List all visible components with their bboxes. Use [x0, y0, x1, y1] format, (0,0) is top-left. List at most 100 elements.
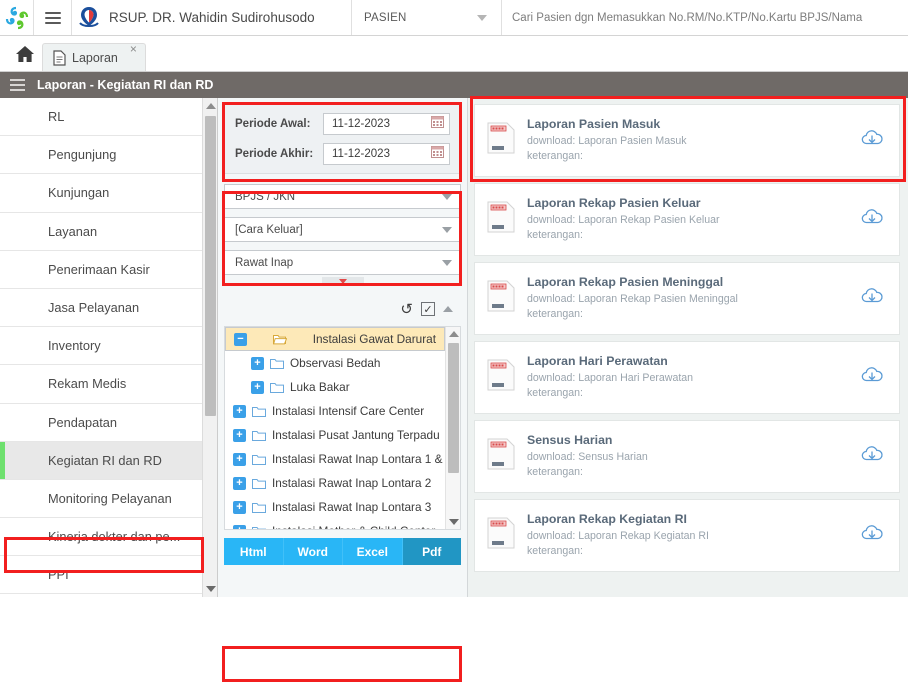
calendar-icon[interactable] — [431, 145, 444, 163]
check-all-icon[interactable]: ✓ — [421, 302, 435, 316]
service-type-select[interactable]: Rawat Inap — [224, 250, 461, 275]
report-document-icon — [487, 438, 517, 475]
tree-scrollbar-thumb[interactable] — [448, 343, 459, 473]
sidebar-scrollbar[interactable] — [202, 98, 217, 597]
sidebar-item-label: Penerimaan Kasir — [48, 261, 150, 277]
report-card[interactable]: Laporan Rekap Pasien Keluar download: Lap… — [474, 183, 900, 256]
sidebar-item-inventory[interactable]: Inventory — [0, 327, 203, 366]
period-end-input[interactable]: 11-12-2023 — [323, 143, 450, 165]
sidebar-item-layanan[interactable]: Layanan — [0, 212, 203, 251]
expand-node-icon[interactable]: + — [233, 428, 246, 442]
sidebar-item-kunjungan[interactable]: Kunjungan — [0, 174, 203, 213]
report-text-block: Laporan Pasien Masuk download: Laporan Pa… — [527, 117, 861, 164]
expand-node-icon[interactable]: + — [233, 452, 246, 466]
download-cloud-icon[interactable] — [861, 444, 885, 469]
sidebar-item-label: Rekam Medis — [48, 376, 127, 392]
download-cloud-icon[interactable] — [861, 286, 885, 311]
report-document-icon — [487, 201, 517, 238]
tab-laporan[interactable]: Laporan × — [42, 43, 146, 71]
tree-node-label: Instalasi Rawat Inap Lontara 1 & P... — [272, 452, 461, 466]
history-refresh-icon[interactable]: ↺ — [400, 302, 413, 317]
report-download-text: download: Laporan Pasien Masuk — [527, 135, 687, 147]
unit-tree[interactable]: − Instalasi Gawat Darurat + Observasi Bedah… — [224, 326, 461, 530]
sidebar-toggle-button[interactable] — [34, 0, 72, 35]
tree-node[interactable]: + Instalasi Intensif Care Center — [225, 399, 445, 423]
sidebar-item-rekam-medis[interactable]: Rekam Medis — [0, 365, 203, 404]
expand-node-icon[interactable]: + — [233, 524, 246, 529]
tree-node[interactable]: + Instalasi Pusat Jantung Terpadu — [225, 423, 445, 447]
tree-scrollbar[interactable] — [445, 327, 460, 529]
tree-node[interactable]: + Instalasi Rawat Inap Lontara 2 — [225, 471, 445, 495]
page-title-bar: Laporan - Kegiatan RI dan RD — [0, 72, 908, 98]
tree-node[interactable]: + Instalasi Rawat Inap Lontara 3 — [225, 495, 445, 519]
folder-icon — [270, 358, 284, 369]
period-start-input[interactable]: 11-12-2023 — [323, 113, 450, 135]
home-tab-button[interactable] — [8, 37, 42, 71]
tree-scroll-up-arrow[interactable] — [446, 327, 460, 341]
sidebar-item-label: Pendapatan — [48, 414, 118, 430]
report-card[interactable]: Laporan Rekap Pasien Meninggal download: … — [474, 262, 900, 335]
download-cloud-icon[interactable] — [861, 207, 885, 232]
expand-node-icon[interactable]: + — [251, 380, 264, 394]
tree-scroll-down-arrow[interactable] — [446, 515, 460, 529]
report-card[interactable]: Laporan Hari Perawatan download: Laporan … — [474, 341, 900, 414]
tree-node-label: Luka Bakar — [290, 380, 350, 394]
tree-toolbar: ↺ ✓ — [224, 292, 461, 326]
report-text-block: Laporan Rekap Kegiatan RI download: Lapor… — [527, 512, 861, 559]
download-cloud-icon[interactable] — [861, 365, 885, 390]
patient-search-field[interactable]: Cari Pasien dgn Memasukkan No.RM/No.KTP/… — [502, 0, 908, 35]
download-cloud-icon[interactable] — [861, 128, 885, 153]
page-menu-icon[interactable] — [10, 76, 25, 94]
export-html-button[interactable]: Html — [224, 538, 284, 565]
scroll-up-arrow[interactable] — [203, 98, 218, 114]
app-logo[interactable] — [0, 0, 34, 35]
sidebar-item-kegiatan-ri-dan-rd[interactable]: Kegiatan RI dan RD — [0, 441, 203, 480]
export-pdf-button[interactable]: Pdf — [402, 538, 461, 565]
tree-node[interactable]: + Instalasi Rawat Inap Lontara 1 & P... — [225, 447, 460, 471]
page-title: Laporan - Kegiatan RI dan RD — [37, 78, 214, 92]
tree-node[interactable]: − Instalasi Gawat Darurat — [225, 327, 445, 351]
report-card[interactable]: Laporan Pasien Masuk download: Laporan Pa… — [474, 104, 900, 177]
expand-node-icon[interactable]: + — [233, 476, 246, 490]
sidebar-item-rl[interactable]: RL — [0, 98, 203, 137]
calendar-icon[interactable] — [431, 115, 444, 133]
sidebar-item-monitoring-pelayanan[interactable]: Monitoring Pelayanan — [0, 479, 203, 519]
report-document-icon — [487, 517, 517, 554]
close-icon[interactable]: × — [130, 43, 137, 55]
sidebar-item-jasa-pelayanan[interactable]: Jasa Pelayanan — [0, 288, 203, 328]
sidebar-item-pengunjung[interactable]: Pengunjung — [0, 136, 203, 175]
chevron-up-icon[interactable] — [443, 306, 453, 312]
chevron-down-icon — [338, 279, 347, 284]
tree-node[interactable]: + Luka Bakar — [225, 375, 445, 399]
sidebar-item-penerimaan-kasir[interactable]: Penerimaan Kasir — [0, 250, 203, 289]
sidebar-item-pendapatan[interactable]: Pendapatan — [0, 403, 203, 442]
patient-type-dropdown[interactable]: PASIEN — [352, 0, 502, 35]
report-keterangan-text: keterangan: — [527, 308, 583, 320]
tree-node[interactable]: + Instalasi Mother & Child Center — [225, 519, 445, 529]
panel-collapse-handle[interactable] — [321, 277, 364, 286]
collapse-node-icon[interactable]: − — [234, 332, 247, 346]
report-document-icon — [487, 359, 517, 396]
report-card[interactable]: Sensus Harian download: Sensus Harian kete… — [474, 420, 900, 493]
scrollbar-thumb[interactable] — [205, 116, 216, 416]
export-word-button[interactable]: Word — [283, 538, 343, 565]
report-card[interactable]: Laporan Rekap Kegiatan RI download: Lapor… — [474, 499, 900, 572]
export-excel-button[interactable]: Excel — [343, 538, 403, 565]
folder-icon — [252, 526, 266, 529]
folder-icon — [270, 382, 284, 393]
scroll-down-arrow[interactable] — [203, 581, 218, 597]
sidebar-item-label: Jasa Pelayanan — [48, 300, 140, 316]
sidebar-item-ppi[interactable]: PPI — [0, 556, 203, 595]
tree-node[interactable]: + Observasi Bedah — [225, 351, 445, 375]
payer-select[interactable]: BPJS / JKN — [224, 184, 461, 209]
report-keterangan-text: keterangan: — [527, 545, 583, 557]
expand-node-icon[interactable]: + — [251, 356, 264, 370]
tree-node-label: Observasi Bedah — [290, 356, 381, 370]
expand-node-icon[interactable]: + — [233, 404, 246, 418]
sidebar-item-kinerja-dokter-dan-pe[interactable]: Kinerja dokter dan pe... — [0, 518, 203, 557]
expand-node-icon[interactable]: + — [233, 500, 246, 514]
report-download-text: download: Laporan Rekap Kegiatan RI — [527, 530, 709, 542]
discharge-method-select[interactable]: [Cara Keluar] — [224, 217, 461, 242]
date-label: Periode Akhir: — [235, 148, 314, 160]
download-cloud-icon[interactable] — [861, 523, 885, 548]
